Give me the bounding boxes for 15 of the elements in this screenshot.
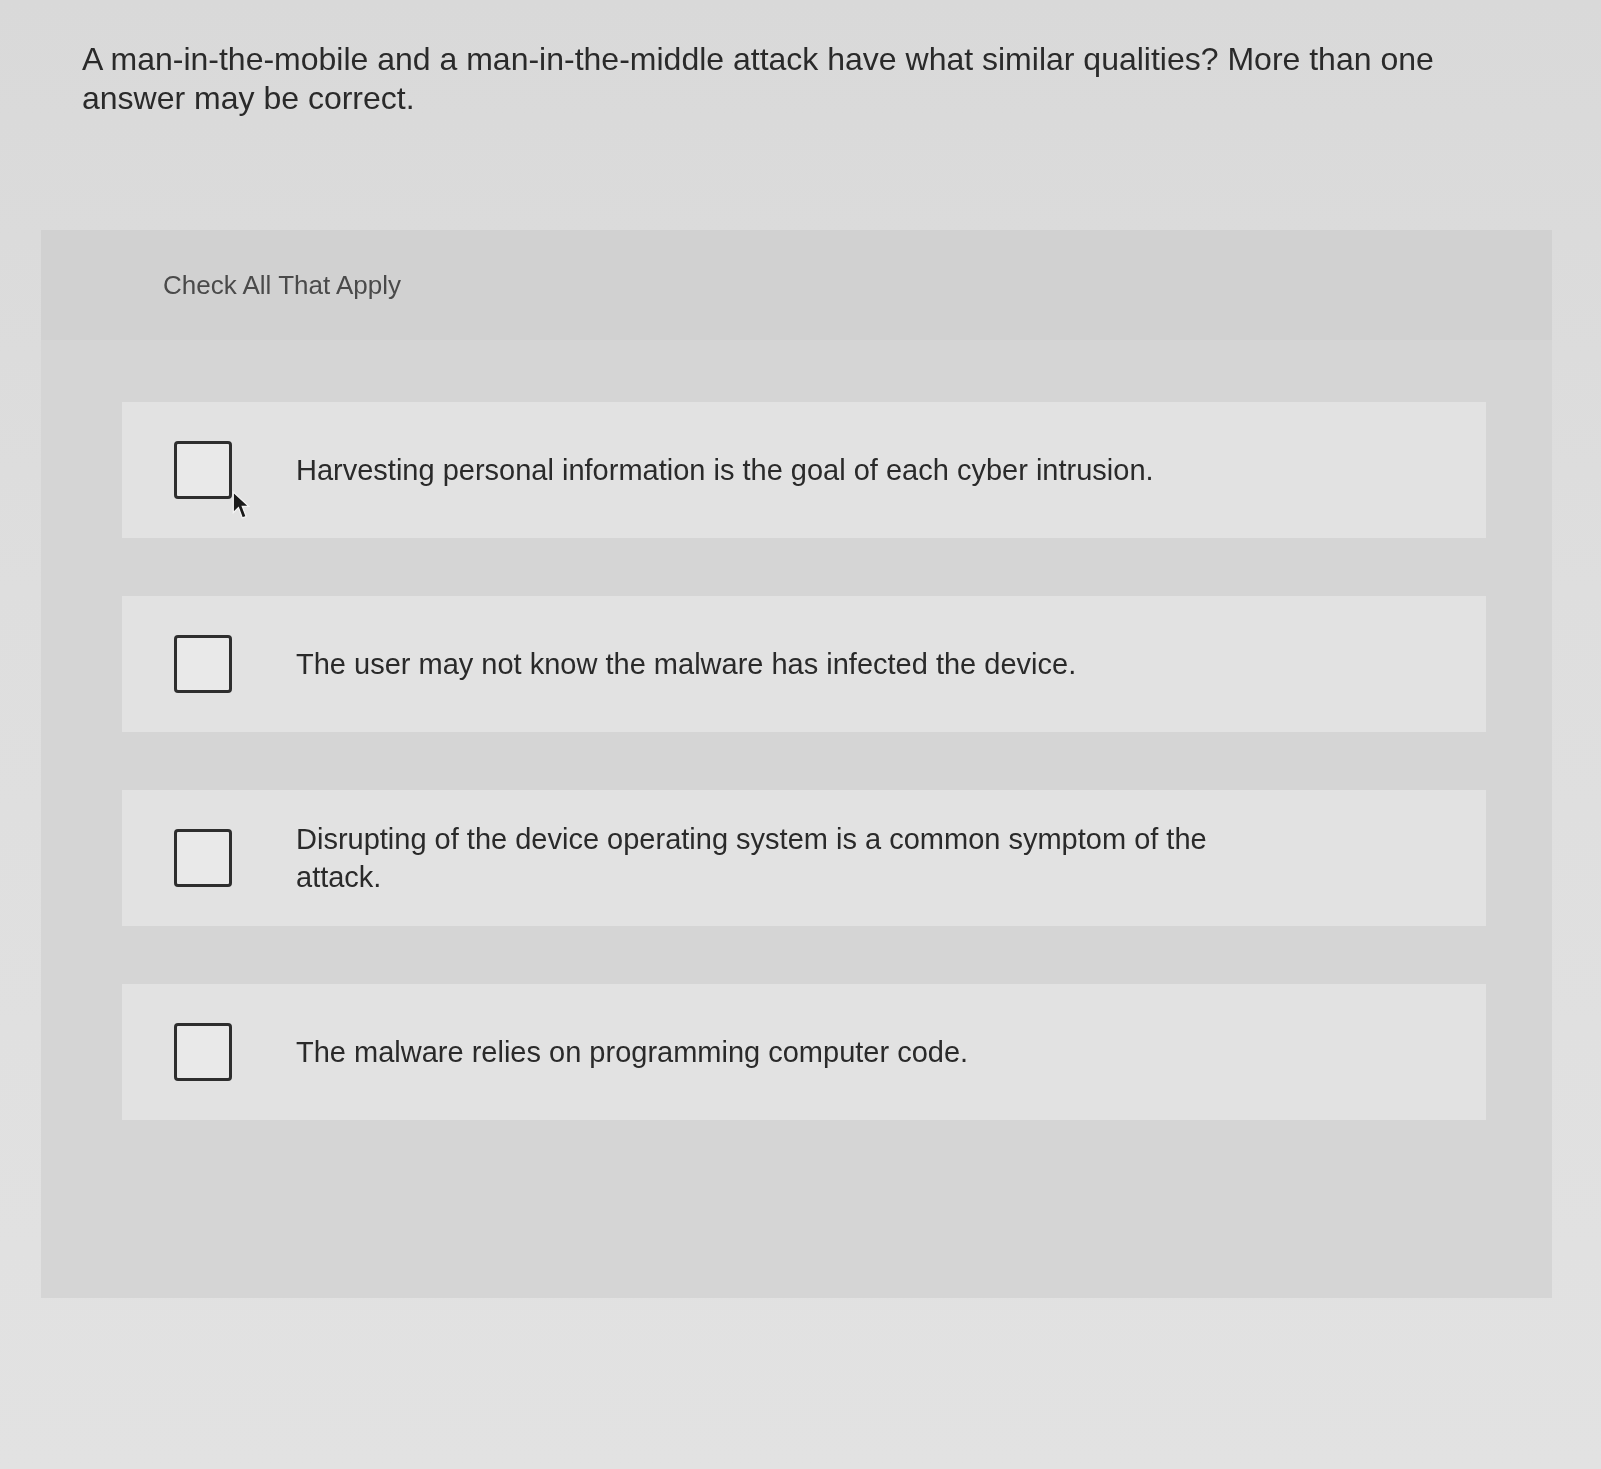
checkbox[interactable]: [174, 1023, 232, 1081]
option-text: Disrupting of the device operating system is a common symptom of the attack.: [296, 822, 1208, 895]
question-text: A man-in-the-mobile and a man-in-the-middle attack have what similar qualities? More than one answer may be correct.: [82, 40, 1435, 118]
mouse-pointer-icon: [232, 490, 250, 520]
option-row[interactable]: Harvesting personal information is the goal of each cyber intrusion.: [122, 402, 1486, 538]
checkbox[interactable]: [174, 829, 232, 887]
option-row[interactable]: The malware relies on programming computer code.: [122, 984, 1486, 1120]
option-text: Harvesting personal information is the goal of each cyber intrusion.: [296, 453, 1154, 488]
option-text: The user may not know the malware has infected the device.: [296, 647, 1077, 682]
checkbox[interactable]: [174, 441, 232, 499]
option-row[interactable]: Disrupting of the device operating system is a common symptom of the attack.: [122, 790, 1486, 926]
instruction-text: Check All That Apply: [163, 269, 401, 301]
option-row[interactable]: The user may not know the malware has infected the device.: [122, 596, 1486, 732]
checkbox[interactable]: [174, 635, 232, 693]
option-text: The malware relies on programming computer code.: [296, 1035, 969, 1070]
